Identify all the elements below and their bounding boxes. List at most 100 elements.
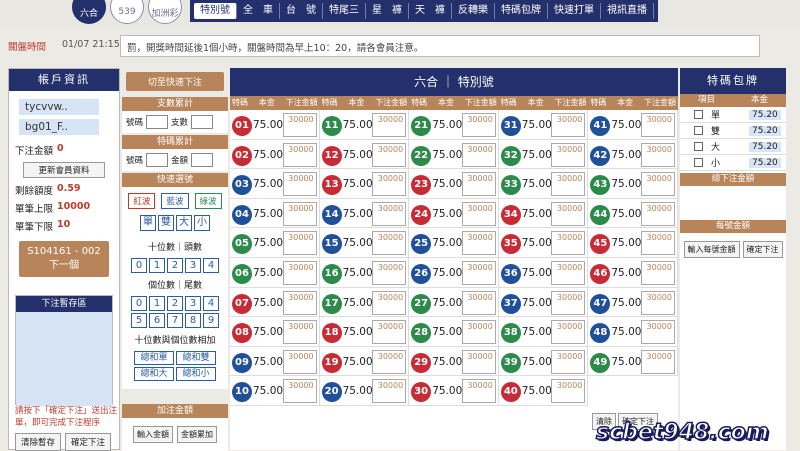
red-wave-button[interactable]: 紅波: [128, 193, 156, 209]
bet-amount-input[interactable]: 30000: [372, 113, 407, 137]
bet-amount-input[interactable]: 30000: [551, 172, 586, 197]
even-button[interactable]: 雙: [158, 215, 174, 231]
units-7-button[interactable]: 7: [167, 313, 183, 328]
bet-amount-input[interactable]: 30000: [372, 142, 407, 167]
number-ball-23[interactable]: 23: [411, 175, 432, 196]
accum-count-input[interactable]: [191, 115, 214, 129]
bet-amount-input[interactable]: 30000: [551, 349, 586, 374]
number-ball-14[interactable]: 14: [321, 204, 342, 225]
bet-amount-input[interactable]: 30000: [551, 231, 586, 256]
number-ball-05[interactable]: 05: [232, 234, 252, 255]
bet-amount-input[interactable]: 30000: [282, 260, 317, 285]
number-ball-15[interactable]: 15: [321, 234, 342, 255]
units-3-button[interactable]: 3: [185, 296, 201, 311]
bet-amount-input[interactable]: 30000: [461, 113, 496, 137]
number-ball-39[interactable]: 39: [500, 352, 521, 373]
number-ball-25[interactable]: 25: [411, 234, 432, 255]
number-ball-28[interactable]: 28: [411, 323, 432, 344]
bet-amount-input[interactable]: 30000: [640, 320, 675, 345]
add-amount-input[interactable]: 輸入金額: [133, 426, 173, 443]
nav-item[interactable]: 視訊直播: [601, 3, 654, 19]
bet-amount-input[interactable]: 30000: [640, 113, 675, 137]
bet-amount-input[interactable]: 30000: [551, 290, 586, 315]
package-confirm-button[interactable]: 確定下注: [742, 241, 783, 258]
number-ball-49[interactable]: 49: [590, 352, 611, 373]
number-ball-17[interactable]: 17: [321, 293, 342, 314]
number-ball-02[interactable]: 02: [232, 145, 252, 166]
bet-amount-input[interactable]: 30000: [461, 379, 496, 404]
units-4-button[interactable]: 4: [203, 296, 219, 311]
lottery-tab-liuhe[interactable]: 六合: [72, 0, 106, 24]
bet-amount-input[interactable]: 30000: [461, 231, 496, 256]
units-0-button[interactable]: 0: [131, 296, 147, 311]
number-ball-41[interactable]: 41: [590, 116, 611, 136]
bet-amount-input[interactable]: 30000: [372, 172, 407, 197]
number-ball-24[interactable]: 24: [411, 204, 432, 225]
bet-amount-input[interactable]: 30000: [282, 290, 317, 315]
nav-item[interactable]: 天 褲: [409, 3, 452, 19]
number-ball-08[interactable]: 08: [232, 323, 252, 344]
bet-amount-input[interactable]: 30000: [372, 320, 407, 345]
bet-amount-input[interactable]: 30000: [372, 260, 407, 285]
number-ball-22[interactable]: 22: [411, 145, 432, 166]
number-ball-44[interactable]: 44: [590, 204, 611, 225]
sum-even-button[interactable]: 總和雙: [176, 351, 216, 365]
number-ball-47[interactable]: 47: [590, 293, 611, 314]
clear-staging-button[interactable]: 清除暫存: [15, 433, 62, 451]
number-ball-34[interactable]: 34: [500, 204, 521, 225]
bet-amount-input[interactable]: 30000: [551, 142, 586, 167]
number-ball-29[interactable]: 29: [411, 352, 432, 373]
number-ball-18[interactable]: 18: [321, 323, 342, 344]
bet-amount-input[interactable]: 30000: [372, 231, 407, 256]
nav-item[interactable]: 星 褲: [366, 3, 409, 19]
bet-amount-input[interactable]: 30000: [372, 201, 407, 226]
bet-amount-input[interactable]: 30000: [461, 349, 496, 374]
number-ball-07[interactable]: 07: [232, 293, 252, 314]
per-number-input[interactable]: 輸入每號金額: [683, 241, 740, 258]
bet-amount-input[interactable]: 30000: [551, 260, 586, 285]
number-ball-11[interactable]: 11: [321, 116, 342, 136]
bet-amount-input[interactable]: 30000: [282, 113, 317, 137]
number-ball-42[interactable]: 42: [590, 145, 611, 166]
nav-item[interactable]: 反轉樂: [452, 3, 495, 19]
number-ball-31[interactable]: 31: [500, 116, 521, 136]
lottery-tab-539[interactable]: 539: [110, 0, 144, 24]
number-ball-01[interactable]: 01: [232, 116, 252, 136]
special-num-input[interactable]: [146, 153, 169, 167]
number-ball-10[interactable]: 10: [232, 382, 252, 403]
big-button[interactable]: 大: [176, 215, 192, 231]
bet-amount-input[interactable]: 30000: [461, 290, 496, 315]
bet-amount-input[interactable]: 30000: [640, 231, 675, 256]
tens-2-button[interactable]: 2: [167, 258, 183, 273]
tens-4-button[interactable]: 4: [203, 258, 219, 273]
number-ball-06[interactable]: 06: [232, 263, 252, 284]
bet-amount-input[interactable]: 30000: [640, 172, 675, 197]
bet-amount-input[interactable]: 30000: [461, 320, 496, 345]
bet-amount-input[interactable]: 30000: [282, 231, 317, 256]
number-ball-33[interactable]: 33: [500, 175, 521, 196]
bet-amount-input[interactable]: 30000: [640, 201, 675, 226]
number-ball-27[interactable]: 27: [411, 293, 432, 314]
package-checkbox[interactable]: [694, 110, 703, 119]
bet-amount-input[interactable]: 30000: [551, 320, 586, 345]
bet-amount-input[interactable]: 30000: [461, 201, 496, 226]
number-ball-40[interactable]: 40: [500, 382, 521, 403]
nav-item[interactable]: 特尾三: [323, 3, 366, 19]
switch-quick-bet-button[interactable]: 切至快速下注: [126, 72, 224, 91]
bet-amount-input[interactable]: 30000: [551, 379, 586, 404]
number-ball-20[interactable]: 20: [321, 382, 342, 403]
nav-item[interactable]: 全 車: [237, 3, 280, 19]
units-8-button[interactable]: 8: [185, 313, 201, 328]
number-ball-43[interactable]: 43: [590, 175, 611, 196]
number-ball-21[interactable]: 21: [411, 116, 432, 136]
green-wave-button[interactable]: 綠波: [194, 193, 222, 209]
units-1-button[interactable]: 1: [149, 296, 165, 311]
number-ball-36[interactable]: 36: [500, 263, 521, 284]
number-ball-38[interactable]: 38: [500, 323, 521, 344]
number-ball-45[interactable]: 45: [590, 234, 611, 255]
number-ball-46[interactable]: 46: [590, 263, 611, 284]
bet-amount-input[interactable]: 30000: [282, 172, 317, 197]
number-ball-13[interactable]: 13: [321, 175, 342, 196]
units-9-button[interactable]: 9: [203, 313, 219, 328]
sum-small-button[interactable]: 總和小: [176, 367, 216, 381]
